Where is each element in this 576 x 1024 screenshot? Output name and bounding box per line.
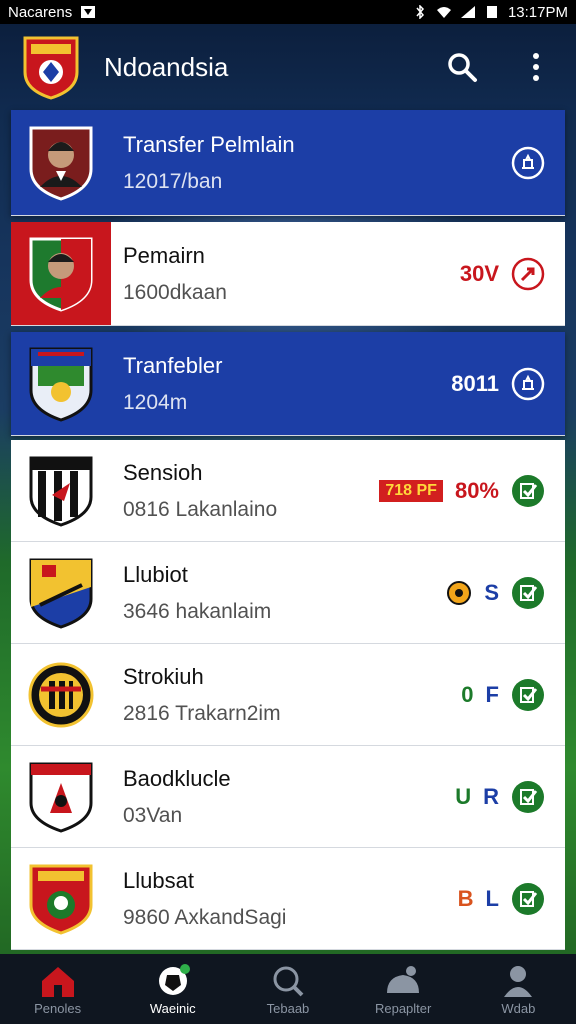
transfer-action-icon[interactable] <box>511 146 545 180</box>
signal-icon <box>460 6 475 18</box>
nav-item-penoles[interactable]: Penoles <box>0 963 115 1016</box>
row-name: Pemairn <box>123 242 205 268</box>
more-vert-icon[interactable] <box>516 47 556 87</box>
clock: 13:17PM <box>507 3 568 21</box>
list-item[interactable]: Baodklucle 03Van U R <box>11 746 565 848</box>
nav-label: Tebaab <box>266 1000 310 1016</box>
sell-action-icon[interactable] <box>511 257 545 291</box>
row-subtitle: 1204m <box>123 390 188 414</box>
round-black <box>11 644 111 745</box>
nav-label: Penoles <box>34 1000 82 1016</box>
row-marker: U <box>455 783 472 809</box>
accept-action-icon[interactable] <box>511 678 545 712</box>
row-value: 8011 <box>451 370 499 396</box>
accept-action-icon[interactable] <box>511 780 545 814</box>
list-item[interactable]: Llubsat 9860 AxkandSagi B L <box>11 848 565 950</box>
list-item[interactable]: Tranfebler 1204m 8011 <box>11 332 565 436</box>
player-photo-red <box>11 222 111 325</box>
row-marker: B <box>457 885 474 911</box>
nav-label: Wdab <box>501 1000 536 1016</box>
search-icon <box>273 966 304 996</box>
row-name: Llubiot <box>123 561 188 587</box>
row-name: Llubsat <box>123 867 194 893</box>
club-crest-icon[interactable] <box>20 34 82 100</box>
row-name: Strokiuh <box>123 663 204 689</box>
status-badge: 718 PF <box>379 479 443 502</box>
list-item[interactable]: Strokiuh 2816 Trakarn2im 0 F <box>11 644 565 746</box>
search-icon[interactable] <box>442 47 482 87</box>
row-subtitle: 03Van <box>123 803 183 827</box>
list-item[interactable]: Sensioh 0816 Lakanlaino 718 PF 80% <box>11 440 565 542</box>
wifi-icon <box>436 7 451 18</box>
shield-white-red <box>11 746 111 847</box>
row-subtitle: 3646 hakanlaim <box>123 599 272 623</box>
player-photo <box>11 110 111 215</box>
soccer-ball-icon <box>158 963 190 995</box>
accept-action-icon[interactable] <box>511 474 545 508</box>
row-value: 30V <box>459 260 499 286</box>
status-bar: Nacarens 13:17PM <box>0 0 576 24</box>
row-name: Baodklucle <box>123 765 231 791</box>
stadium-icon <box>387 965 420 993</box>
bottom-navigation: Penoles Waeinic Tebaab Repaplter Wdab <box>0 954 576 1024</box>
nav-item-waeinic[interactable]: Waeinic <box>115 963 230 1016</box>
shield-yellow-blue <box>11 542 111 643</box>
app-bar: Ndoandsia <box>0 24 576 110</box>
profile-icon <box>504 965 533 997</box>
row-subtitle: 9860 AxkandSagi <box>123 905 287 929</box>
row-subtitle: 12017/ban <box>123 169 223 193</box>
list-item[interactable]: Pemairn 1600dkaan 30V <box>11 222 565 326</box>
row-name: Transfer Pelmlain <box>123 131 295 157</box>
row-value: R <box>483 783 499 809</box>
shield-blue <box>11 332 111 435</box>
row-marker: 0 <box>461 681 474 707</box>
row-name: Tranfebler <box>123 352 223 378</box>
row-name: Sensioh <box>123 459 203 485</box>
row-subtitle: 2816 Trakarn2im <box>123 701 281 725</box>
notification-icon <box>81 6 96 18</box>
row-value: S <box>484 579 499 605</box>
nav-item-wdab[interactable]: Wdab <box>461 963 576 1016</box>
nav-item-repaplter[interactable]: Repaplter <box>346 963 461 1016</box>
shield-red-green <box>11 848 111 949</box>
accept-action-icon[interactable] <box>511 882 545 916</box>
transfer-action-icon[interactable] <box>511 367 545 401</box>
accept-action-icon[interactable] <box>511 576 545 610</box>
row-subtitle: 0816 Lakanlaino <box>123 497 278 521</box>
row-value: 80% <box>454 477 499 503</box>
nav-label: Waeinic <box>149 1000 196 1016</box>
nav-label: Repaplter <box>374 1000 432 1016</box>
bluetooth-icon <box>416 5 424 19</box>
list-item[interactable]: Transfer Pelmlain 12017/ban <box>11 110 565 216</box>
nav-item-tebaab[interactable]: Tebaab <box>230 963 345 1016</box>
row-value: L <box>485 885 499 911</box>
app-title: Ndoandsia <box>104 51 229 82</box>
list-item[interactable]: Llubiot 3646 hakanlaim S <box>11 542 565 644</box>
battery-icon <box>486 6 497 18</box>
row-value: F <box>485 681 499 707</box>
shield-black-white <box>11 440 111 541</box>
soccer-ball-icon <box>447 580 472 605</box>
home-icon <box>41 966 74 997</box>
carrier-label: Nacarens <box>8 3 73 21</box>
row-subtitle: 1600dkaan <box>123 280 227 304</box>
